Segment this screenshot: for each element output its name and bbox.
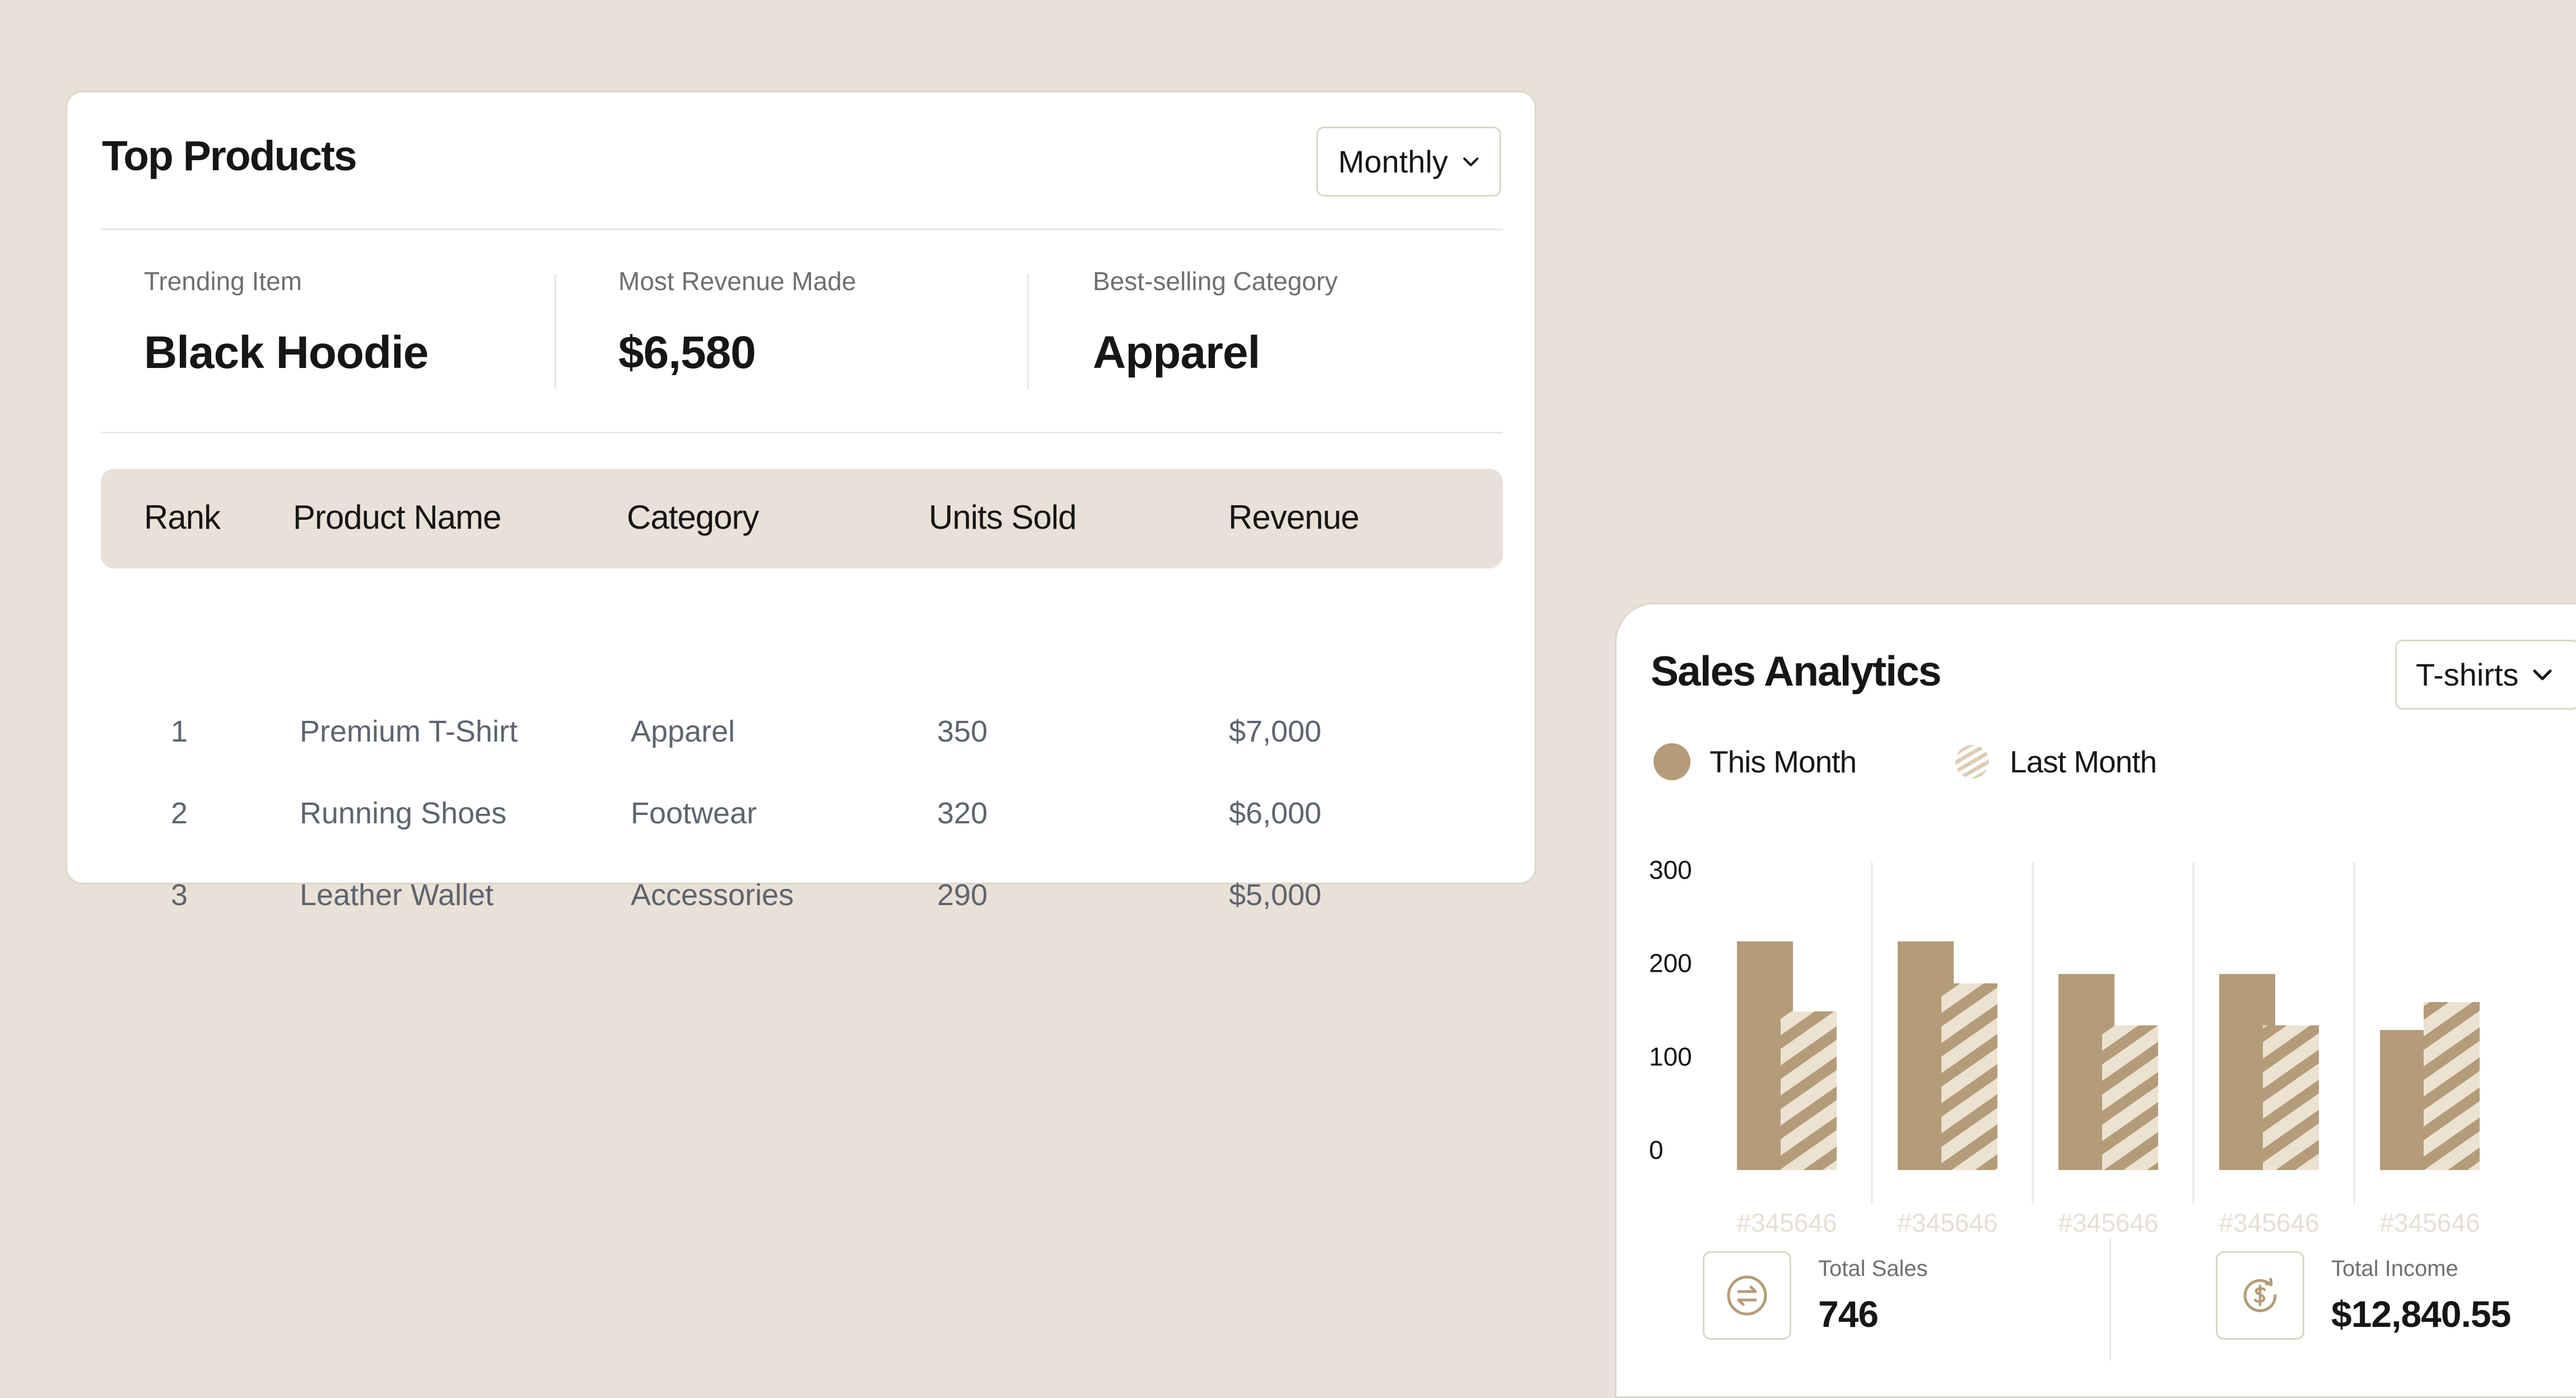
table-row[interactable]: 2 Running Shoes Footwear 320 $6,000 — [67, 773, 1535, 855]
chevron-down-icon — [1463, 157, 1479, 166]
stat-label: Most Revenue Made — [618, 267, 856, 296]
total-income-icon-box — [2216, 1251, 2304, 1340]
divider — [101, 432, 1503, 434]
bar-last-month — [2102, 1025, 2158, 1170]
y-tick-label: 0 — [1649, 1135, 1664, 1164]
cell-category: Apparel — [631, 715, 735, 748]
x-tick-label: #345646 — [1897, 1208, 1997, 1237]
chevron-down-icon — [2533, 669, 2552, 680]
exchange-circle-icon — [1727, 1275, 1767, 1316]
period-dropdown-value: Monthly — [1338, 144, 1448, 179]
cell-product: Running Shoes — [300, 796, 507, 830]
bar-last-month — [1941, 983, 1997, 1170]
x-tick-label: #345646 — [1736, 1208, 1837, 1237]
cell-rank: 1 — [171, 715, 188, 748]
column-header-rank[interactable]: Rank — [144, 498, 221, 537]
cell-product: Premium T-Shirt — [300, 715, 518, 748]
total-income-stat: Total Income $12,840.55 — [2216, 1251, 2511, 1340]
cell-units: 320 — [937, 796, 988, 830]
stat-value: Black Hoodie — [144, 327, 428, 378]
stat-divider — [2109, 1237, 2111, 1360]
product-dropdown[interactable]: T-shirts — [2395, 640, 2576, 710]
product-dropdown-value: T-shirts — [2416, 657, 2519, 692]
top-products-title: Top Products — [102, 132, 357, 179]
legend-last-month[interactable]: Last Month — [1954, 743, 2157, 780]
dollar-refresh-icon — [2243, 1278, 2277, 1312]
total-income-label: Total Income — [2331, 1256, 2458, 1281]
stat-value: Apparel — [1093, 327, 1260, 378]
legend-label: This Month — [1709, 744, 1857, 779]
cell-category: Accessories — [631, 878, 794, 912]
cell-product: Leather Wallet — [300, 878, 494, 912]
total-income-value: $12,840.55 — [2331, 1293, 2511, 1335]
total-sales-icon-box — [1703, 1251, 1791, 1340]
sales-bar-chart: 300 200 100 0 #345646 #345646 #345646 #345646 #… — [1649, 855, 2480, 1237]
cell-rank: 2 — [171, 796, 188, 830]
table-header: Rank Product Name Category Units Sold Re… — [101, 469, 1503, 568]
table-row[interactable]: 1 Premium T-Shirt Apparel 350 $7,000 — [67, 692, 1535, 773]
x-tick-label: #345646 — [2219, 1208, 2319, 1237]
cell-units: 290 — [937, 878, 988, 912]
cell-category: Footwear — [631, 796, 757, 830]
stat-label: Trending Item — [144, 267, 302, 296]
top-products-card: Top Products Monthly Trending Item Black… — [66, 91, 1536, 912]
sales-analytics-card: Sales Analytics T-shirts This Month Last… — [1615, 603, 2576, 1398]
cell-revenue: $6,000 — [1229, 796, 1322, 830]
trending-item-stat: Trending Item Black Hoodie — [144, 266, 428, 379]
bar-last-month — [1781, 1011, 1837, 1170]
most-revenue-stat: Most Revenue Made $6,580 — [618, 266, 856, 379]
bar-last-month — [2263, 1025, 2319, 1170]
x-tick-label: #345646 — [2058, 1208, 2158, 1237]
column-header-revenue[interactable]: Revenue — [1228, 498, 1359, 537]
x-tick-label: #345646 — [2379, 1208, 2480, 1237]
stat-divider — [1027, 274, 1029, 389]
cell-rank: 3 — [171, 878, 188, 912]
y-tick-label: 200 — [1649, 949, 1692, 978]
stat-label: Best-selling Category — [1093, 267, 1338, 296]
sales-analytics-title: Sales Analytics — [1651, 647, 1942, 695]
legend-swatch-solid — [1653, 743, 1690, 780]
stat-value: $6,580 — [618, 327, 756, 378]
cell-units: 350 — [937, 715, 988, 748]
total-sales-value: 746 — [1818, 1293, 1879, 1335]
column-header-units-sold[interactable]: Units Sold — [929, 498, 1077, 537]
total-sales-stat: Total Sales 746 — [1703, 1251, 1928, 1340]
period-dropdown[interactable]: Monthly — [1316, 127, 1501, 197]
best-category-stat: Best-selling Category Apparel — [1093, 266, 1338, 379]
total-sales-label: Total Sales — [1818, 1256, 1928, 1281]
column-header-product-name[interactable]: Product Name — [293, 498, 501, 537]
legend-this-month[interactable]: This Month — [1653, 743, 1857, 780]
stat-divider — [555, 274, 556, 389]
cell-revenue: $7,000 — [1229, 715, 1322, 748]
y-tick-label: 300 — [1649, 855, 1692, 884]
divider — [101, 229, 1503, 230]
cell-revenue: $5,000 — [1229, 878, 1322, 912]
y-tick-label: 100 — [1649, 1042, 1692, 1071]
legend-label: Last Month — [2010, 744, 2157, 779]
table-row[interactable]: 3 Leather Wallet Accessories 290 $5,000 — [67, 855, 1535, 937]
column-header-category[interactable]: Category — [627, 498, 759, 537]
bar-last-month — [2424, 1002, 2480, 1170]
legend-swatch-striped — [1955, 745, 1989, 779]
